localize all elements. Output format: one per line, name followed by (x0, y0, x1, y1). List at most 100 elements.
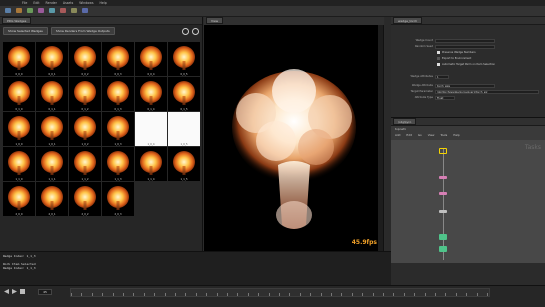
shelf-tool-5[interactable] (47, 7, 56, 16)
menu-edit[interactable]: Edit (33, 1, 39, 5)
explosion-stem (149, 166, 153, 175)
python-console[interactable]: Wedge Index: 1_1_3 Work Item Selected We… (0, 251, 391, 285)
wedge-thumbnail[interactable]: 0_1_4 (135, 77, 167, 111)
auto-target-checkbox[interactable] (437, 63, 440, 66)
net-menu-help[interactable]: Help (453, 132, 459, 139)
net-menu-edit[interactable]: Edit (406, 132, 411, 139)
explosion-stem (83, 61, 87, 70)
net-menu-tools[interactable]: Tools (440, 132, 447, 139)
shelf-tool-4[interactable] (36, 7, 45, 16)
refresh-icon[interactable] (182, 27, 189, 35)
network-node[interactable] (439, 192, 447, 195)
wedge-attributes-field[interactable]: 1 (435, 74, 449, 79)
tab-pdg-wedges[interactable]: PDG Wedges (2, 17, 32, 24)
menu-render[interactable]: Render (46, 1, 57, 5)
explosion-render (232, 69, 356, 229)
shelf-tool-3[interactable] (25, 7, 34, 16)
wedge-thumbnail[interactable]: 1_1_1 (36, 147, 68, 181)
explosion-stem (17, 96, 21, 105)
wedge-thumbnail[interactable]: 0_0_2 (69, 42, 101, 76)
wedge-thumbnail[interactable]: 0_0_5 (168, 42, 200, 76)
wedge-thumbnail[interactable]: 1_1_5 (168, 147, 200, 181)
timeline-tick (310, 293, 312, 296)
play-icon[interactable] (12, 289, 17, 294)
timeline-tick (154, 293, 156, 296)
wedge-thumbnail[interactable]: 1_0_4 (135, 112, 167, 146)
current-frame-field[interactable]: 45 (38, 289, 52, 295)
wedge-thumbnail[interactable]: 0_0_0 (3, 42, 35, 76)
playback-controls (4, 289, 25, 294)
wedge-node[interactable] (439, 148, 447, 154)
attribute-type-dropdown[interactable]: Float (435, 95, 455, 100)
wedge-thumbnail[interactable]: 2_0_3 (102, 182, 134, 216)
random-seed-field[interactable] (435, 44, 495, 49)
tab-network[interactable]: /obj/pyro (393, 118, 417, 125)
wedge-thumbnail[interactable]: 2_0_2 (69, 182, 101, 216)
wedge-thumbnail[interactable]: 2_0_0 (3, 182, 35, 216)
menu-assets[interactable]: Assets (63, 1, 73, 5)
wedge-thumbnail[interactable]: 1_1_0 (3, 147, 35, 181)
wedge-thumbnail[interactable]: 1_0_5 (168, 112, 200, 146)
wedge-count-field[interactable] (435, 38, 495, 43)
wedge-thumbnail[interactable]: 1_0_1 (36, 112, 68, 146)
wedge-thumbnail[interactable]: 0_1_1 (36, 77, 68, 111)
tab-wedge-parms[interactable]: wedge_torch (393, 17, 423, 24)
viewport-side-toolbar[interactable] (378, 25, 383, 262)
wedge-thumbnail[interactable]: 1_0_0 (3, 112, 35, 146)
shelf-tool-6[interactable] (58, 7, 67, 16)
timeline-tick (133, 293, 135, 296)
wedge-thumbnail[interactable]: 1_0_2 (69, 112, 101, 146)
timeline-tick (476, 293, 478, 296)
net-menu-view[interactable]: View (428, 132, 435, 139)
menu-file[interactable]: File (22, 1, 27, 5)
tool-icon (15, 7, 22, 13)
timeline-tick (123, 293, 124, 296)
network-node[interactable] (439, 210, 447, 213)
stop-icon[interactable] (20, 289, 25, 294)
wedge-thumbnail[interactable]: 0_0_3 (102, 42, 134, 76)
shelf-tool-2[interactable] (14, 7, 23, 16)
wedge-thumbnail[interactable]: 0_1_3 (102, 77, 134, 111)
wedge-thumbnail[interactable]: 1_0_3 (102, 112, 134, 146)
show-selected-wedges-button[interactable]: Show Selected Wedges (3, 27, 48, 35)
settings-icon[interactable] (192, 27, 199, 35)
target-parameter-field[interactable]: /obj/torch/wedge/pyrosolver1/torch_siz (435, 89, 539, 94)
wedge-thumbnail[interactable]: 0_0_4 (135, 42, 167, 76)
net-menu-add[interactable]: Add (395, 132, 400, 139)
menu-windows[interactable]: Windows (79, 1, 93, 5)
wedge-thumbnail[interactable]: 0_1_2 (69, 77, 101, 111)
network-node[interactable] (439, 234, 447, 240)
scene-viewport[interactable]: View 45.9fps Simulation Editor (204, 17, 384, 262)
wedge-thumbnail[interactable]: 1_1_3 (102, 147, 134, 181)
attribute-name-field[interactable]: torch_size (435, 83, 495, 88)
wedge-thumbnail-label: 0_1_2 (81, 108, 89, 111)
tab-view[interactable]: View (206, 17, 224, 24)
shelf-toolbar (0, 6, 545, 17)
preserve-wedge-checkbox[interactable] (437, 51, 440, 54)
timeline-tick (258, 293, 260, 296)
export-env-checkbox[interactable] (437, 57, 440, 60)
show-renders-button[interactable]: Show Renders From Wedge Outputs (50, 27, 115, 35)
wedge-thumbnail[interactable]: 0_0_1 (36, 42, 68, 76)
wedge-thumbnail-label: 1_1_2 (81, 178, 89, 181)
wedge-thumbnail[interactable]: 1_1_2 (69, 147, 101, 181)
shelf-tool-8[interactable] (80, 7, 89, 16)
explosion-stem (149, 61, 153, 70)
network-node[interactable] (439, 176, 447, 179)
step-back-icon[interactable] (4, 289, 9, 294)
shelf-tool-1[interactable] (3, 7, 12, 16)
wedge-thumbnail[interactable]: 2_0_1 (36, 182, 68, 216)
timeline-tick (289, 293, 291, 296)
explosion-stem (50, 201, 54, 210)
wedge-thumbnail[interactable]: 0_1_5 (168, 77, 200, 111)
tool-icon (26, 7, 33, 13)
timeline-tick (414, 293, 416, 296)
wedge-thumbnail[interactable]: 1_1_4 (135, 147, 167, 181)
network-canvas[interactable]: Tasks (391, 140, 545, 263)
shelf-tool-7[interactable] (69, 7, 78, 16)
wedge-thumbnail[interactable]: 0_1_0 (3, 77, 35, 111)
menu-help[interactable]: Help (100, 1, 107, 5)
network-node[interactable] (439, 246, 447, 252)
timeline-ruler[interactable] (70, 288, 490, 297)
net-menu-go[interactable]: Go (418, 132, 422, 139)
